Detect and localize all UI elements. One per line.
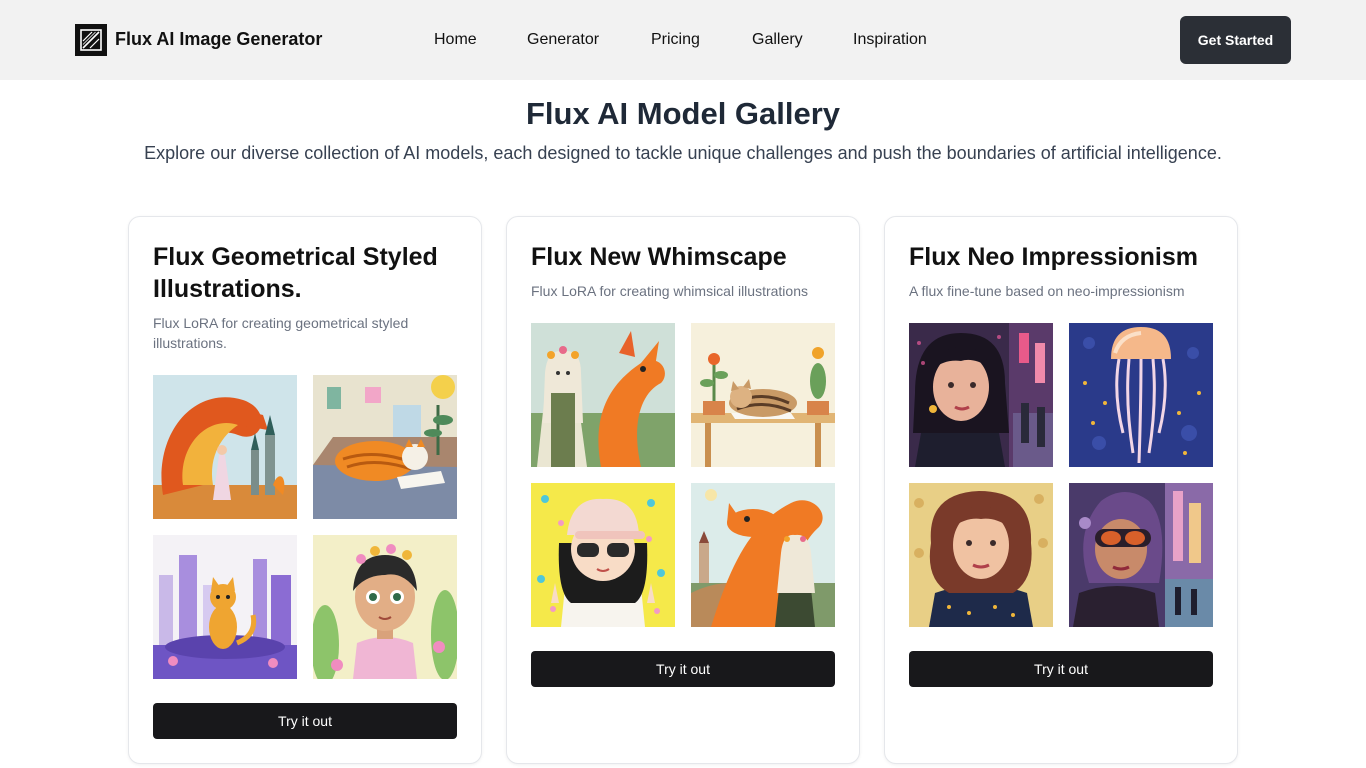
- nav-inspiration[interactable]: Inspiration: [853, 31, 927, 49]
- card-description: Flux LoRA for creating whimsical illustr…: [531, 283, 808, 299]
- nav-home[interactable]: Home: [434, 31, 477, 49]
- model-card-whimscape: Flux New Whimscape Flux LoRA for creatin…: [506, 216, 860, 764]
- gallery-image-woman-goggles-city[interactable]: [1069, 483, 1213, 627]
- gallery-image-girl-flower-crown[interactable]: [313, 535, 457, 679]
- page-title: Flux AI Model Gallery: [525, 96, 841, 131]
- gallery-image-cat-sleeping-table[interactable]: [691, 323, 835, 467]
- nav-pricing[interactable]: Pricing: [651, 31, 700, 49]
- site-header: Flux AI Image Generator Home Generator P…: [0, 0, 1366, 80]
- gallery-image-woman-city-night[interactable]: [909, 323, 1053, 467]
- brand-name[interactable]: Flux AI Image Generator: [115, 29, 322, 50]
- gallery-image-dragon-girl[interactable]: [691, 483, 835, 627]
- card-title: Flux New Whimscape: [531, 243, 787, 271]
- nav-generator[interactable]: Generator: [527, 31, 599, 49]
- model-card-geometrical: Flux Geometrical Styled Illustrations. F…: [128, 216, 482, 764]
- nav-gallery[interactable]: Gallery: [752, 31, 803, 49]
- gallery-image-tabby-cat-book[interactable]: [313, 375, 457, 519]
- get-started-button[interactable]: Get Started: [1180, 16, 1291, 64]
- page-subtitle: Explore our diverse collection of AI mod…: [144, 143, 1222, 163]
- gallery-image-girl-dragon[interactable]: [531, 323, 675, 467]
- gallery-image-jellyfish[interactable]: [1069, 323, 1213, 467]
- gallery-image-cat-purple-city[interactable]: [153, 535, 297, 679]
- gallery-image-girl-sunglasses[interactable]: [531, 483, 675, 627]
- card-title: Flux Geometrical Styled Illustrations.: [153, 243, 438, 303]
- card-title: Flux Neo Impressionism: [909, 243, 1198, 271]
- gallery-image-woman-curly-hair[interactable]: [909, 483, 1053, 627]
- try-it-out-button[interactable]: Try it out: [531, 651, 835, 687]
- try-it-out-button[interactable]: Try it out: [153, 703, 457, 739]
- logo-icon[interactable]: [75, 24, 107, 56]
- gallery-image-dragon-princess[interactable]: [153, 375, 297, 519]
- card-description: A flux fine-tune based on neo-impression…: [909, 283, 1185, 299]
- card-description: Flux LoRA for creating geometrical style…: [153, 315, 409, 351]
- try-it-out-button[interactable]: Try it out: [909, 651, 1213, 687]
- model-card-neo-impressionism: Flux Neo Impressionism A flux fine-tune …: [884, 216, 1238, 764]
